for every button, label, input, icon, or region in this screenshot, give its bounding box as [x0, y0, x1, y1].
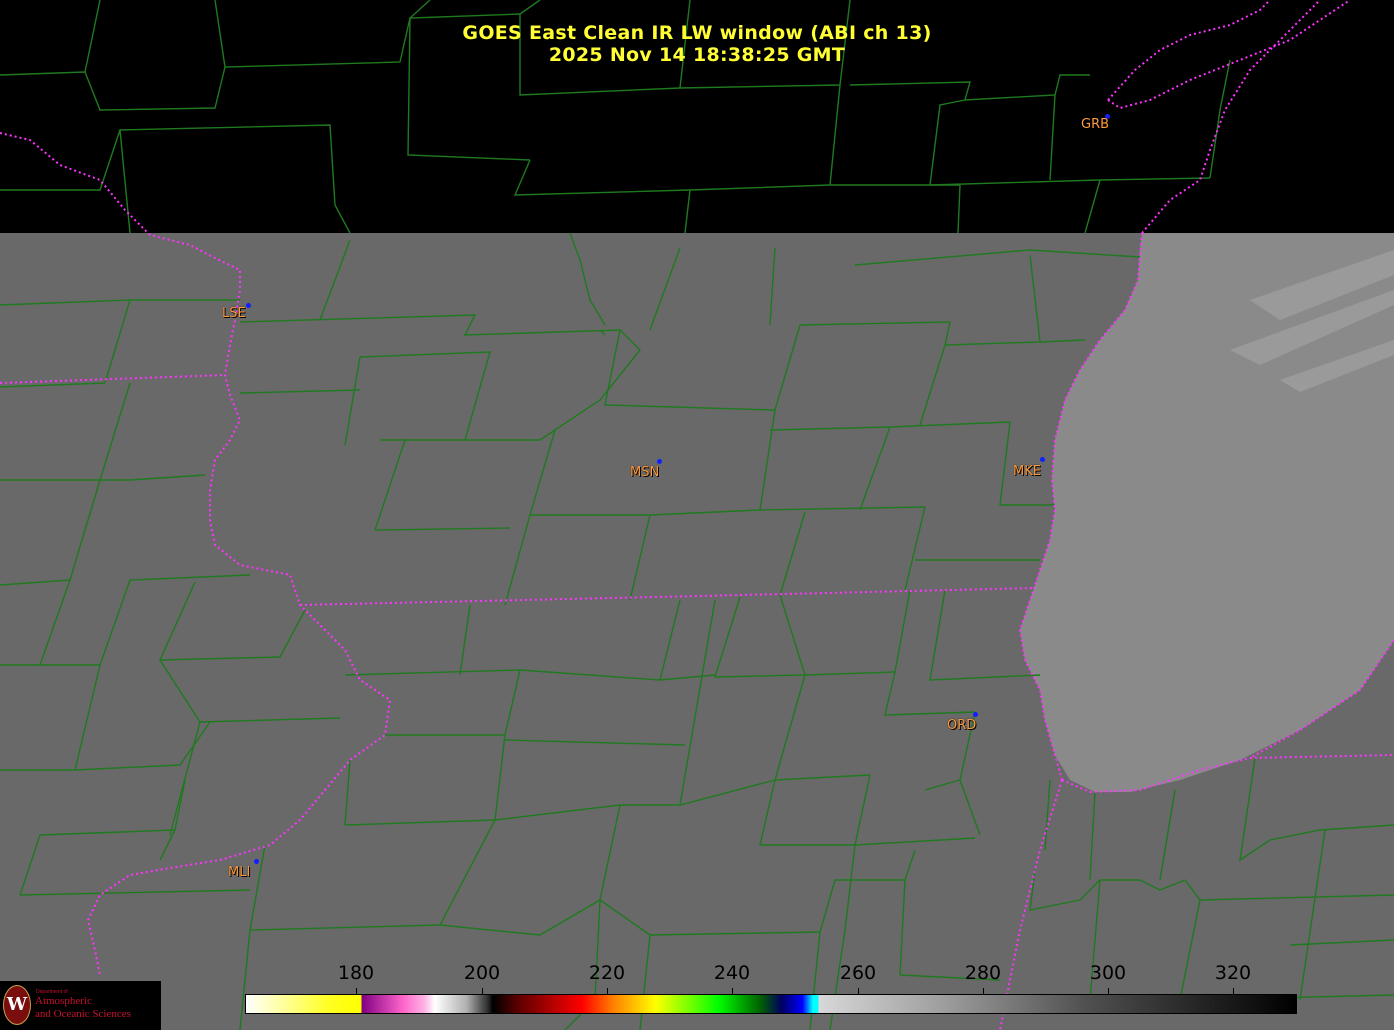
satellite-map: [0, 0, 1394, 1030]
image-title: GOES East Clean IR LW window (ABI ch 13): [462, 22, 932, 44]
colorbar-tick-label: 220: [588, 962, 626, 984]
map-viewer: GOES East Clean IR LW window (ABI ch 13)…: [0, 0, 1394, 1030]
colorbar-tick-label: 300: [1089, 962, 1127, 984]
city-label-mli: MLI: [228, 865, 251, 880]
city-marker-lse: [246, 303, 251, 308]
colorbar-tick-label: 260: [839, 962, 877, 984]
logo-line2: and Oceanic Sciences: [35, 1008, 131, 1020]
city-label-ord: ORD: [947, 718, 977, 733]
colorbar-tick: [607, 988, 608, 994]
colorbar-tick-label: 180: [337, 962, 375, 984]
colorbar-tick: [482, 988, 483, 994]
colorbar-tick: [1108, 988, 1109, 994]
city-label-mke: MKE: [1013, 464, 1041, 479]
image-timestamp: 2025 Nov 14 18:38:25 GMT: [548, 44, 846, 66]
colorbar-tick-label: 280: [964, 962, 1002, 984]
colorbar-tick: [1233, 988, 1234, 994]
city-label-grb: GRB: [1081, 117, 1110, 132]
uw-seal-icon: W: [3, 985, 31, 1025]
city-marker-mli: [254, 859, 259, 864]
colorbar-tick: [356, 988, 357, 994]
city-marker-msn: [657, 459, 662, 464]
city-label-msn: MSN: [630, 465, 660, 480]
city-marker-mke: [1040, 457, 1045, 462]
colorbar-tick: [732, 988, 733, 994]
colorbar-tick-label: 320: [1214, 962, 1252, 984]
colorbar-tick: [858, 988, 859, 994]
aos-logo: W Department of Atmospheric and Oceanic …: [0, 981, 161, 1030]
city-marker-ord: [973, 712, 978, 717]
colorbar-tick: [983, 988, 984, 994]
city-label-lse: LSE: [222, 306, 246, 321]
temperature-colorbar: [245, 994, 1297, 1014]
colorbar-tick-label: 200: [463, 962, 501, 984]
colorbar-tick-label: 240: [713, 962, 751, 984]
logo-line1: Atmospheric: [35, 995, 92, 1007]
